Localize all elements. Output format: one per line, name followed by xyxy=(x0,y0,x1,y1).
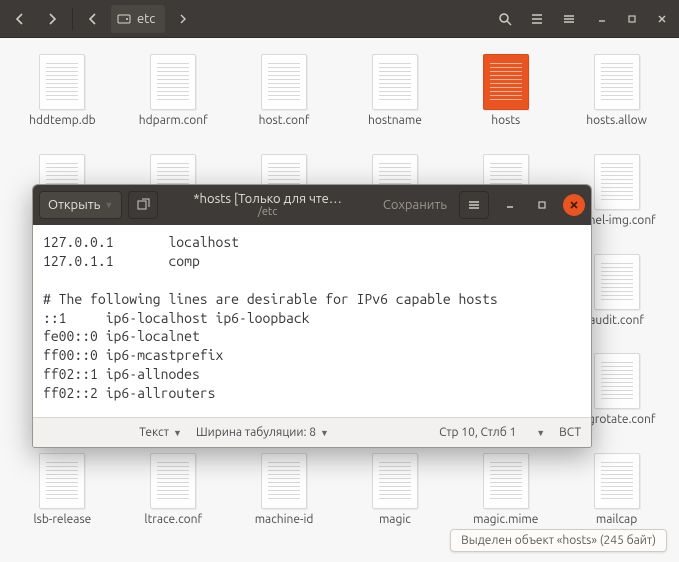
file-item[interactable]: magic.mime xyxy=(453,449,558,531)
document-icon xyxy=(594,353,640,409)
text-editor-window: Открыть ▼ *hosts [Только для чте… /etc С… xyxy=(32,184,592,448)
editor-text-area[interactable]: 127.0.0.1 localhost 127.0.1.1 comp # The… xyxy=(33,225,591,417)
save-label: Сохранить xyxy=(383,198,447,212)
search-button[interactable] xyxy=(491,5,519,33)
document-icon xyxy=(372,453,418,509)
editor-maximize-button[interactable] xyxy=(531,194,553,216)
file-label: magic.mime xyxy=(473,513,538,527)
document-icon xyxy=(39,54,85,110)
file-item[interactable]: hddtemp.db xyxy=(10,50,115,132)
file-label: hddtemp.db xyxy=(29,114,96,128)
file-item[interactable]: mailcap xyxy=(564,449,669,531)
document-icon xyxy=(483,54,529,110)
save-button[interactable]: Сохранить xyxy=(377,198,453,212)
title-main: *hosts [Только для чте… xyxy=(193,192,341,206)
file-item[interactable]: hdparm.conf xyxy=(121,50,226,132)
file-item[interactable]: lsb-release xyxy=(10,449,115,531)
file-item[interactable]: hosts.allow xyxy=(564,50,669,132)
editor-title: *hosts [Только для чте… /etc xyxy=(164,192,371,218)
file-label: mailcap xyxy=(596,513,637,527)
separator xyxy=(72,8,73,30)
tab-width-dropdown[interactable]: Ширина табуляции: 8 ▼ xyxy=(196,426,329,439)
cursor-position-label: Стр 10, Стлб 1 xyxy=(439,426,516,439)
chevron-down-icon: ▼ xyxy=(536,428,545,438)
chevron-down-icon: ▼ xyxy=(320,428,329,438)
syntax-mode-label: Текст xyxy=(139,426,169,439)
title-sub: /etc xyxy=(258,206,277,218)
breadcrumb-current[interactable]: etc xyxy=(111,5,165,33)
file-label: hosts xyxy=(491,114,520,128)
document-icon xyxy=(150,54,196,110)
window-minimize-button[interactable] xyxy=(591,8,613,30)
file-label: ltrace.conf xyxy=(144,513,202,527)
file-item[interactable]: hostname xyxy=(343,50,448,132)
editor-close-button[interactable] xyxy=(563,194,585,216)
file-item[interactable]: host.conf xyxy=(232,50,337,132)
hamburger-menu-button[interactable] xyxy=(555,5,583,33)
document-icon xyxy=(594,54,640,110)
chevron-down-icon: ▼ xyxy=(104,200,113,210)
cursor-position-dropdown[interactable]: Стр 10, Стлб 1 ▼ xyxy=(439,426,545,439)
file-label: hdparm.conf xyxy=(139,114,208,128)
forward-button[interactable] xyxy=(38,5,66,33)
path-up-button[interactable] xyxy=(79,5,107,33)
document-icon xyxy=(372,54,418,110)
file-label: hosts.allow xyxy=(586,114,647,128)
document-icon xyxy=(150,453,196,509)
syntax-mode-dropdown[interactable]: Текст ▼ xyxy=(139,426,182,439)
breadcrumb-label: etc xyxy=(137,12,155,26)
file-item[interactable]: ltrace.conf xyxy=(121,449,226,531)
document-icon xyxy=(261,453,307,509)
open-label: Открыть xyxy=(48,198,100,212)
view-list-button[interactable] xyxy=(523,5,551,33)
status-bar: Выделен объект «hosts» (245 байт) xyxy=(450,529,667,552)
file-item[interactable]: machine-id xyxy=(232,449,337,531)
editor-minimize-button[interactable] xyxy=(499,194,521,216)
editor-menu-button[interactable] xyxy=(459,191,489,219)
editor-header: Открыть ▼ *hosts [Только для чте… /etc С… xyxy=(33,185,591,225)
window-close-button[interactable] xyxy=(651,8,673,30)
file-label: hostname xyxy=(368,114,422,128)
insert-mode-indicator[interactable]: ВСТ xyxy=(559,426,581,439)
file-label: host.conf xyxy=(259,114,310,128)
document-icon xyxy=(594,453,640,509)
document-icon xyxy=(594,254,640,310)
status-text: Выделен объект «hosts» (245 байт) xyxy=(461,534,656,547)
tab-width-label: Ширина табуляции: 8 xyxy=(196,426,316,439)
file-label: magic xyxy=(379,513,411,527)
file-label: audit.conf xyxy=(589,314,644,328)
file-label: machine-id xyxy=(255,513,314,527)
open-button[interactable]: Открыть ▼ xyxy=(39,191,122,219)
window-maximize-button[interactable] xyxy=(621,8,643,30)
file-item[interactable]: hosts xyxy=(453,50,558,132)
drive-icon xyxy=(117,12,131,26)
editor-status-bar: Текст ▼ Ширина табуляции: 8 ▼ Стр 10, Ст… xyxy=(33,417,591,447)
file-item[interactable]: magic xyxy=(343,449,448,531)
document-icon xyxy=(39,453,85,509)
document-icon xyxy=(594,154,640,210)
file-label: lsb-release xyxy=(34,513,92,527)
back-button[interactable] xyxy=(6,5,34,33)
breadcrumb-next[interactable] xyxy=(169,5,197,33)
new-tab-button[interactable] xyxy=(128,191,158,219)
document-icon xyxy=(261,54,307,110)
chevron-down-icon: ▼ xyxy=(173,428,182,438)
document-icon xyxy=(483,453,529,509)
fm-toolbar: etc xyxy=(0,0,679,38)
